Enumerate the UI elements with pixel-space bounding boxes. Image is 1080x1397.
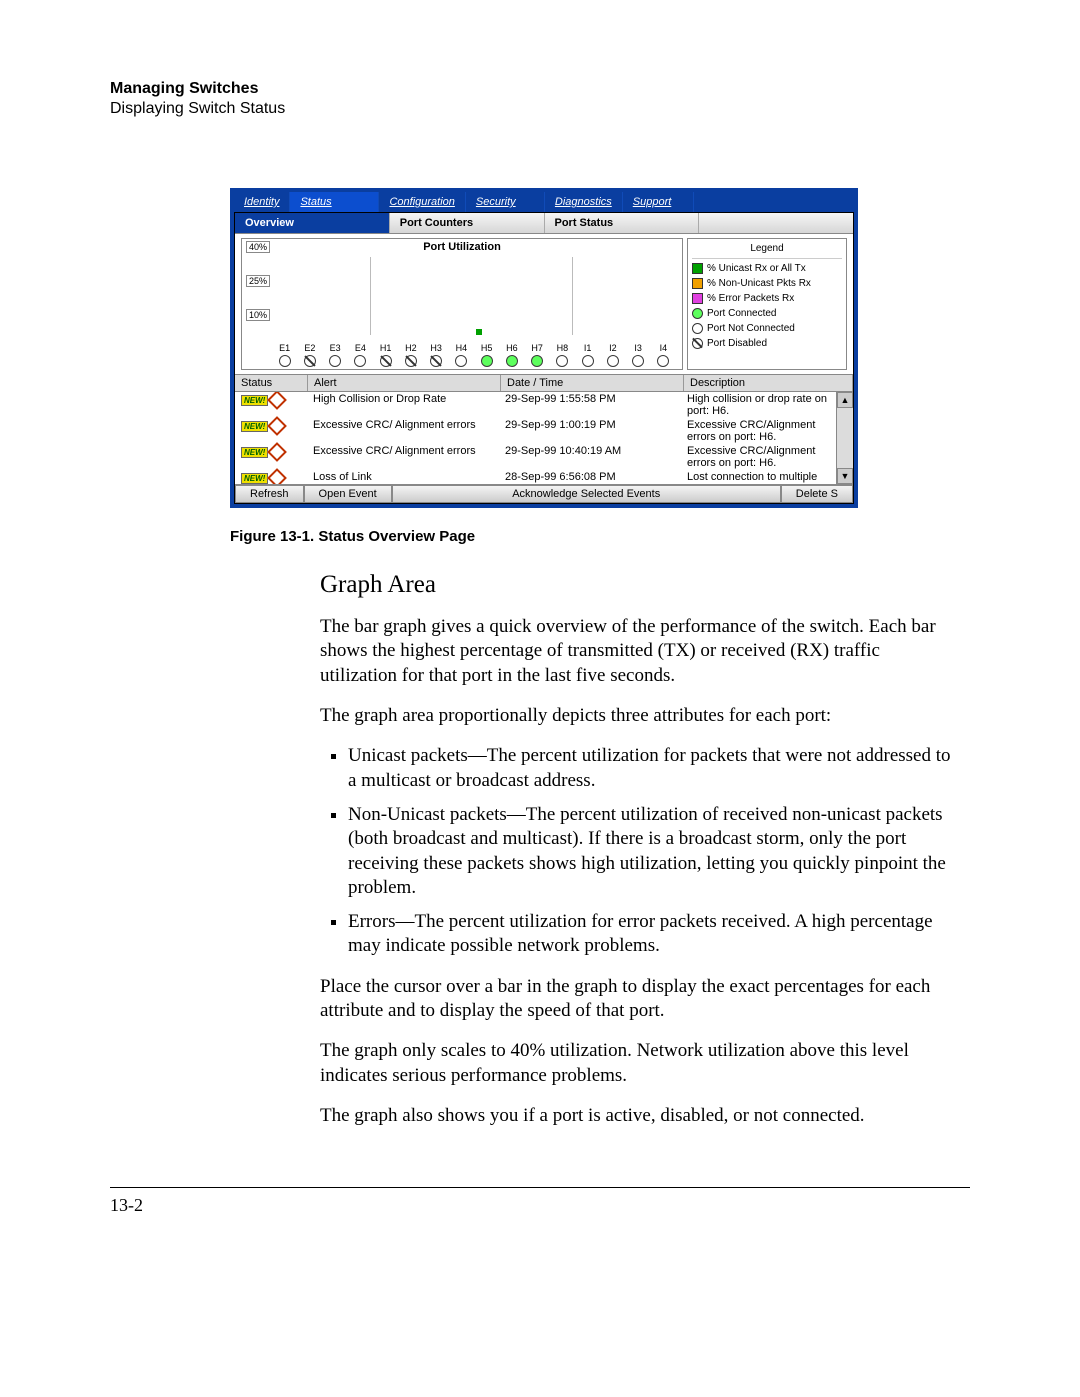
- chart-title: Port Utilization: [242, 241, 682, 253]
- header-title: Managing Switches: [110, 80, 970, 98]
- event-row[interactable]: NEW! Excessive CRC/ Alignment errors 29-…: [235, 418, 853, 444]
- button-bar: Refresh Open Event Acknowledge Selected …: [235, 485, 853, 503]
- legend-notconnected-icon: [692, 323, 703, 334]
- header-subtitle: Displaying Switch Status: [110, 100, 970, 118]
- ytick-40: 40%: [246, 241, 270, 253]
- delete-button[interactable]: Delete S: [781, 485, 853, 503]
- swatch-error-icon: [692, 293, 703, 304]
- figure-caption: Figure 13-1. Status Overview Page: [230, 528, 970, 545]
- event-row[interactable]: NEW! Excessive CRC/ Alignment errors 29-…: [235, 444, 853, 470]
- subtab-overview[interactable]: Overview: [235, 213, 390, 233]
- new-badge: NEW!: [241, 473, 268, 484]
- alert-icon: [267, 442, 287, 462]
- bar-h5: [476, 329, 482, 335]
- port-E4-icon[interactable]: [354, 355, 366, 367]
- port-H8-icon[interactable]: [556, 355, 568, 367]
- top-nav: Identity Status Configuration Security D…: [234, 192, 854, 212]
- port-I2-icon[interactable]: [607, 355, 619, 367]
- legend-connected-icon: [692, 308, 703, 319]
- port-I3-icon[interactable]: [632, 355, 644, 367]
- list-item: Unicast packets—The percent utilization …: [348, 744, 960, 793]
- paragraph: The graph only scales to 40% utilization…: [320, 1039, 960, 1088]
- ytick-10: 10%: [246, 309, 270, 321]
- port-H1-icon[interactable]: [380, 355, 392, 367]
- tab-support[interactable]: Support: [623, 192, 694, 212]
- swatch-nonunicast-icon: [692, 278, 703, 289]
- sub-tabs: Overview Port Counters Port Status: [235, 213, 853, 234]
- alert-icon: [267, 416, 287, 436]
- subtab-empty: [699, 213, 853, 233]
- alert-icon: [267, 392, 287, 410]
- section-heading: Graph Area: [320, 569, 960, 601]
- port-I1-icon[interactable]: [582, 355, 594, 367]
- alert-icon: [267, 468, 287, 485]
- subtab-port-status[interactable]: Port Status: [545, 213, 700, 233]
- legend: Legend % Unicast Rx or All Tx % Non-Unic…: [687, 238, 847, 370]
- tab-configuration[interactable]: Configuration: [379, 192, 465, 212]
- event-row[interactable]: NEW! Loss of Link 28-Sep-99 6:56:08 PM L…: [235, 470, 853, 485]
- col-desc[interactable]: Description: [684, 375, 853, 391]
- subtab-counters[interactable]: Port Counters: [390, 213, 545, 233]
- port-H3-icon[interactable]: [430, 355, 442, 367]
- tab-diagnostics[interactable]: Diagnostics: [545, 192, 623, 212]
- port-utilization-chart: Port Utilization 40% 25% 10% E1 E2 E3 E4…: [241, 238, 683, 370]
- paragraph: The graph area proportionally depicts th…: [320, 704, 960, 728]
- legend-title: Legend: [692, 241, 842, 259]
- port-I4-icon[interactable]: [657, 355, 669, 367]
- list-item: Errors—The percent utilization for error…: [348, 910, 960, 959]
- ports-row: E1 E2 E3 E4 H1 H2 H3 H4 H5 H6 H7 H8 I1 I…: [272, 343, 676, 367]
- port-E3-icon[interactable]: [329, 355, 341, 367]
- scrollbar[interactable]: ▲ ▼: [836, 392, 853, 484]
- event-row[interactable]: NEW! High Collision or Drop Rate 29-Sep-…: [235, 392, 853, 418]
- swatch-unicast-icon: [692, 263, 703, 274]
- tab-security[interactable]: Security: [466, 192, 545, 212]
- new-badge: NEW!: [241, 395, 268, 406]
- paragraph: The graph also shows you if a port is ac…: [320, 1104, 960, 1128]
- port-H5-icon[interactable]: [481, 355, 493, 367]
- paragraph: The bar graph gives a quick overview of …: [320, 615, 960, 688]
- footer-rule: [110, 1187, 970, 1188]
- list-item: Non-Unicast packets—The percent utilizat…: [348, 803, 960, 900]
- event-list: NEW! High Collision or Drop Rate 29-Sep-…: [235, 392, 853, 485]
- col-date[interactable]: Date / Time: [501, 375, 684, 391]
- col-alert[interactable]: Alert: [308, 375, 501, 391]
- page-number: 13-2: [110, 1195, 143, 1216]
- new-badge: NEW!: [241, 421, 268, 432]
- tab-status[interactable]: Status: [290, 192, 379, 212]
- new-badge: NEW!: [241, 447, 268, 458]
- screenshot-frame: Identity Status Configuration Security D…: [230, 188, 858, 508]
- bullet-list: Unicast packets—The percent utilization …: [320, 744, 960, 959]
- port-H7-icon[interactable]: [531, 355, 543, 367]
- port-H4-icon[interactable]: [455, 355, 467, 367]
- acknowledge-button[interactable]: Acknowledge Selected Events: [392, 485, 781, 503]
- port-H2-icon[interactable]: [405, 355, 417, 367]
- port-H6-icon[interactable]: [506, 355, 518, 367]
- scroll-down-icon[interactable]: ▼: [837, 468, 853, 484]
- port-E2-icon[interactable]: [304, 355, 316, 367]
- ytick-25: 25%: [246, 275, 270, 287]
- open-event-button[interactable]: Open Event: [304, 485, 392, 503]
- legend-disabled-icon: [692, 338, 703, 349]
- paragraph: Place the cursor over a bar in the graph…: [320, 975, 960, 1024]
- col-status[interactable]: Status: [235, 375, 308, 391]
- tab-identity[interactable]: Identity: [234, 192, 290, 212]
- scroll-up-icon[interactable]: ▲: [837, 392, 853, 408]
- event-header: Status Alert Date / Time Description: [235, 374, 853, 392]
- refresh-button[interactable]: Refresh: [235, 485, 304, 503]
- port-E1-icon[interactable]: [279, 355, 291, 367]
